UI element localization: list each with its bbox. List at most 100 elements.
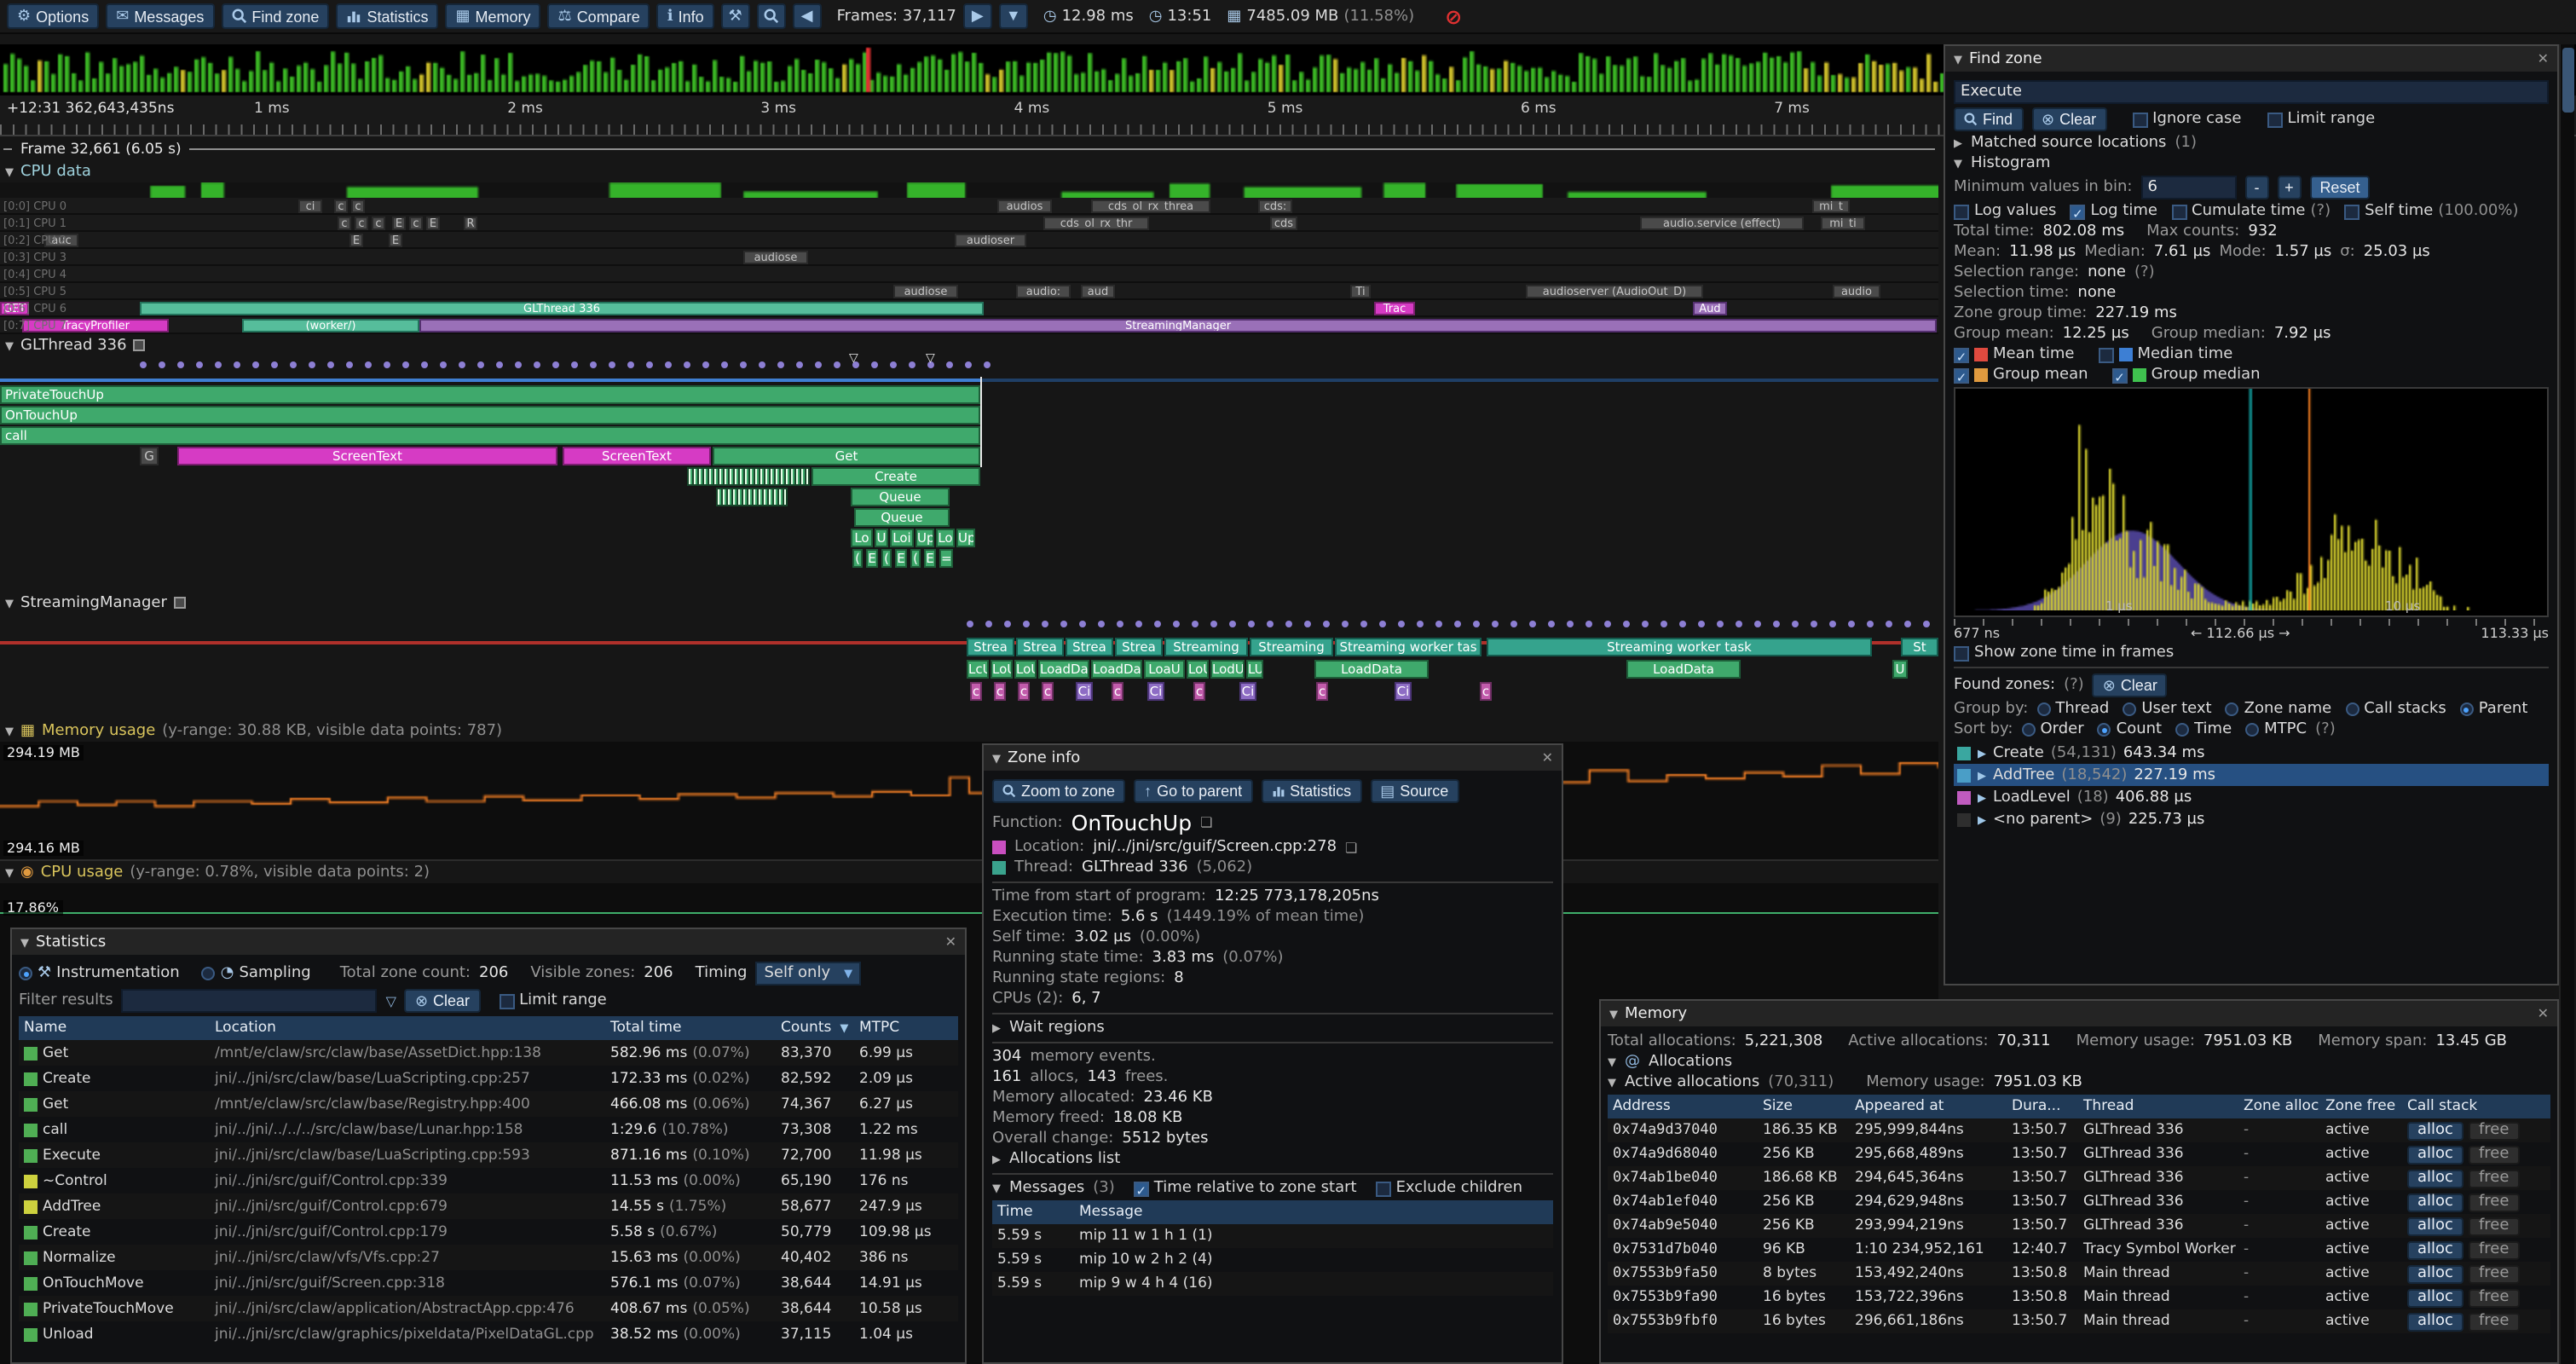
memory-plot-header[interactable]: ▼▦Memory usage(y-range: 30.88 KB, visibl… — [0, 720, 1938, 742]
sample-dot[interactable] — [1773, 621, 1780, 627]
free-callstack-button[interactable]: free — [2469, 1288, 2520, 1307]
sample-dot[interactable] — [759, 361, 765, 368]
close-icon[interactable]: ✕ — [945, 934, 956, 950]
find-zone-query-input[interactable] — [1954, 80, 2549, 104]
cumulate-time-checkbox[interactable]: Cumulate time(?) — [2171, 203, 2331, 220]
find-zone-histogram[interactable]: 1 µs 10 µs — [1954, 387, 2549, 617]
sample-dot[interactable] — [1435, 621, 1442, 627]
sample-dot[interactable] — [1042, 621, 1048, 627]
zone-bar[interactable]: LoadDaU — [1038, 660, 1089, 679]
cpu-zone-chip[interactable]: Aud — [1693, 302, 1727, 315]
alloc-callstack-button[interactable]: alloc — [2407, 1217, 2463, 1235]
zone-bar[interactable]: St — [1901, 638, 1938, 656]
free-callstack-button[interactable]: free — [2469, 1217, 2520, 1235]
free-callstack-button[interactable]: free — [2469, 1121, 2520, 1140]
sample-dot[interactable] — [384, 361, 390, 368]
stats-row[interactable]: Createjni/../jni/src/guif/Control.cpp:17… — [19, 1219, 958, 1245]
streaming-header[interactable]: ▼StreamingManager — [0, 592, 1938, 614]
sample-dot[interactable] — [1661, 621, 1667, 627]
sample-dot[interactable] — [346, 361, 353, 368]
group-by-radio-thread[interactable]: Thread — [2036, 701, 2109, 718]
copy-icon[interactable]: ❏ — [1345, 840, 1357, 855]
glthread-header[interactable]: ▼GLThread 336 — [0, 334, 1938, 356]
zone-bar[interactable]: Strea — [1066, 638, 1113, 656]
zoom-to-zone-button[interactable]: Zoom to zone — [992, 779, 1125, 803]
sample-dot[interactable] — [571, 361, 578, 368]
stats-row[interactable]: Executejni/../jni/src/claw/base/LuaScrip… — [19, 1142, 958, 1168]
close-icon[interactable]: ✕ — [2538, 51, 2549, 66]
sample-dot[interactable] — [890, 361, 897, 368]
cpu-zone-chip[interactable]: audiose — [743, 251, 808, 264]
free-callstack-button[interactable]: free — [2469, 1193, 2520, 1211]
zone-bar[interactable]: U — [1892, 660, 1908, 679]
found-zone-group[interactable]: ▶Create(54,131)643.34 ms — [1954, 742, 2549, 764]
zone-bar[interactable]: c — [1193, 682, 1205, 701]
zone-bar[interactable]: LoadDaU — [1091, 660, 1142, 679]
zone-bar[interactable]: Streaming — [1164, 638, 1248, 656]
log-values-checkbox[interactable]: Log values — [1954, 203, 2056, 220]
group-by-radio-call-stacks[interactable]: Call stacks — [2345, 701, 2446, 718]
memory-titlebar[interactable]: ▼Memory✕ — [1601, 1001, 2557, 1026]
sample-dot[interactable] — [796, 361, 803, 368]
alloc-callstack-button[interactable]: alloc — [2407, 1193, 2463, 1211]
sample-dot[interactable] — [1285, 621, 1292, 627]
sample-dot[interactable] — [1886, 621, 1892, 627]
zone-bar[interactable]: Create — [811, 467, 980, 486]
cpu-zone-chip[interactable]: E — [389, 234, 402, 247]
sample-dot[interactable] — [721, 361, 728, 368]
zone-bar[interactable]: Up — [956, 529, 975, 547]
close-icon[interactable]: ✕ — [2538, 1006, 2549, 1021]
sample-dot[interactable] — [1867, 621, 1874, 627]
zone-bar[interactable]: Strea — [1016, 638, 1064, 656]
histogram-canvas[interactable] — [1955, 389, 2544, 610]
zone-bar[interactable]: Streaming worker task — [1487, 638, 1872, 656]
allocation-row[interactable]: 0x74ab1ef040256 KB294,629,948ns13:50.7GL… — [1608, 1190, 2550, 1214]
sort-by-radio-time[interactable]: Time — [2175, 721, 2232, 738]
zone-statistics-button[interactable]: Statistics — [1261, 779, 1361, 803]
sample-dot[interactable] — [1548, 621, 1555, 627]
sample-dot[interactable] — [290, 361, 297, 368]
sample-dot[interactable] — [1792, 621, 1799, 627]
frame-menu-button[interactable]: ▼ — [999, 3, 1028, 29]
cpu-zone-chip[interactable]: audio — [1833, 285, 1880, 298]
sample-dot[interactable] — [159, 361, 165, 368]
zone-bar[interactable]: Queue — [851, 488, 950, 506]
stats-row[interactable]: PrivateTouchMovejni/../jni/src/claw/appl… — [19, 1296, 958, 1321]
messages-section[interactable]: ▼Messages(3) ✓Time relative to zone star… — [992, 1180, 1553, 1197]
cpu-zone-chip[interactable]: Ti — [1350, 285, 1371, 298]
zone-bar[interactable]: LoaU — [1144, 660, 1185, 679]
wait-regions-section[interactable]: ▶Wait regions — [992, 1020, 1553, 1037]
go-to-parent-button[interactable]: ↑Go to parent — [1134, 779, 1252, 803]
sample-dot[interactable] — [1529, 621, 1536, 627]
find-button[interactable]: Find — [1954, 107, 2023, 131]
clear-filter-button[interactable]: ⊗Clear — [405, 989, 480, 1013]
cpu-zone-chip[interactable]: audioser — [955, 234, 1026, 247]
alloc-callstack-button[interactable]: alloc — [2407, 1312, 2463, 1331]
sample-dot[interactable] — [1304, 621, 1311, 627]
found-zone-group[interactable]: ▶AddTree(18,542)227.19 ms — [1954, 764, 2549, 786]
alloc-callstack-button[interactable]: alloc — [2407, 1240, 2463, 1259]
sample-dot[interactable] — [777, 361, 784, 368]
stats-row[interactable]: Normalizejni/../jni/src/claw/vfs/Vfs.cpp… — [19, 1245, 958, 1270]
free-callstack-button[interactable]: free — [2469, 1312, 2520, 1331]
cpu-data-header[interactable]: ▼CPU data — [0, 160, 1938, 182]
sample-dot[interactable] — [871, 361, 878, 368]
sample-dot[interactable] — [946, 361, 953, 368]
stats-row[interactable]: Unloadjni/../jni/src/claw/graphics/pixel… — [19, 1321, 958, 1347]
sample-dot[interactable] — [1229, 621, 1236, 627]
cpu-zone-chip[interactable]: c — [351, 199, 365, 213]
source-button[interactable]: ▤Source — [1370, 779, 1458, 803]
zone-bar[interactable]: Lo — [851, 529, 873, 547]
sample-dot[interactable] — [1117, 621, 1123, 627]
free-callstack-button[interactable]: free — [2469, 1240, 2520, 1259]
zone-bar[interactable]: Streaming — [1250, 638, 1333, 656]
sample-dot[interactable] — [440, 361, 447, 368]
stats-row[interactable]: calljni/../jni/../../../src/claw/base/Lu… — [19, 1117, 958, 1142]
memory-usage-plot[interactable]: 294.19 MB 294.16 MB — [0, 742, 1938, 861]
sample-dot[interactable] — [985, 621, 992, 627]
zone-bar[interactable]: Ci — [1395, 682, 1412, 701]
alloc-callstack-button[interactable]: alloc — [2407, 1121, 2463, 1140]
filter-icon[interactable]: ▽ — [386, 993, 396, 1009]
zone-bar[interactable]: Strea — [1115, 638, 1163, 656]
tools-button[interactable]: ⚒ — [721, 3, 750, 29]
